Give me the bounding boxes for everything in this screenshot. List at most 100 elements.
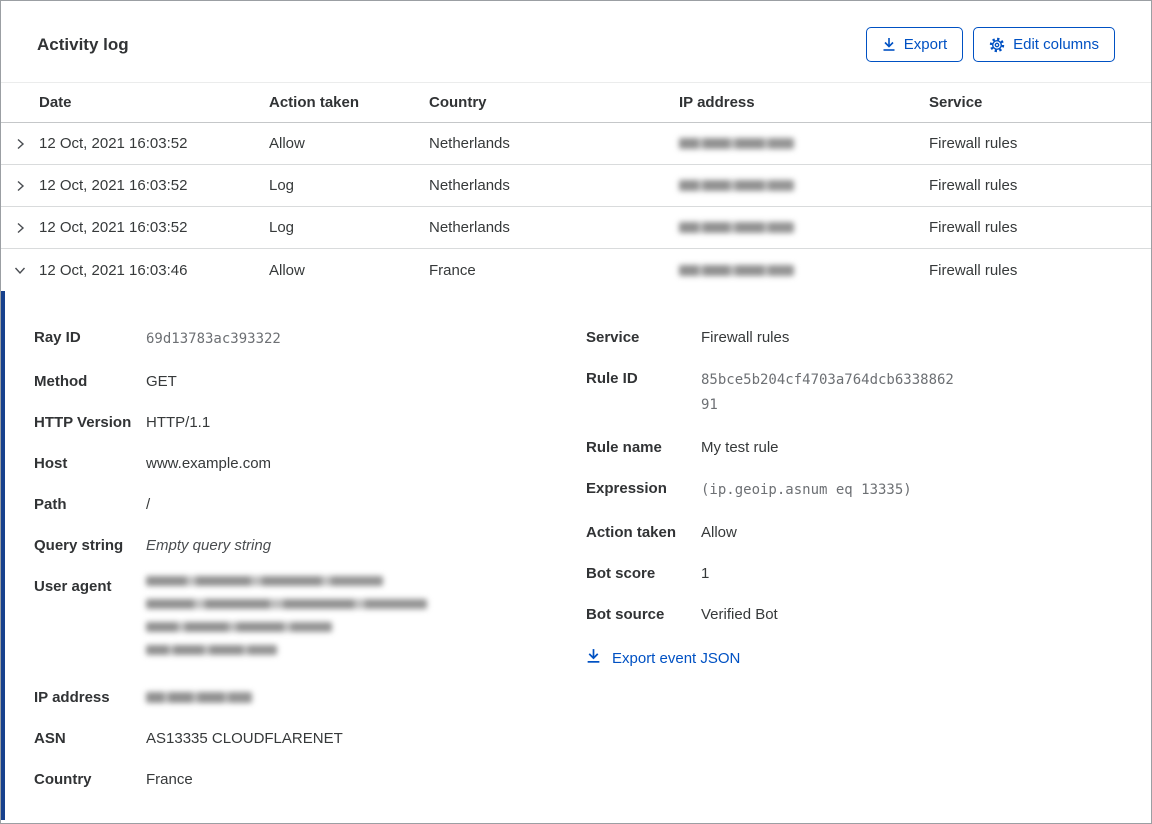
field-ray-id: Ray ID 69d13783ac393322: [34, 327, 586, 352]
field-path: Path /: [34, 494, 586, 516]
export-button-label: Export: [903, 36, 948, 53]
column-header-action-taken: Action taken: [269, 94, 360, 111]
field-user-agent: User agent: [34, 576, 586, 668]
redacted-ip-blur: [679, 180, 794, 191]
download-icon: [586, 648, 601, 668]
page-title: Activity log: [37, 34, 129, 54]
field-label: Action taken: [586, 524, 677, 541]
table-row[interactable]: 12 Oct, 2021 16:03:52 Allow Netherlands …: [1, 123, 1151, 165]
column-header-service: Service: [929, 94, 983, 111]
field-value: Allow: [701, 524, 737, 541]
cell-service: Firewall rules: [929, 177, 1018, 194]
cell-date: 12 Oct, 2021 16:03:46: [39, 261, 188, 279]
field-label: Path: [34, 496, 67, 513]
cell-country: Netherlands: [429, 135, 510, 152]
field-value: www.example.com: [146, 455, 272, 472]
cell-action-taken: Allow: [269, 261, 305, 279]
field-label: Expression: [586, 480, 667, 497]
activity-log-panel: Activity log Export Edit columns Date Ac…: [0, 0, 1152, 824]
redacted-ip-blur: [679, 264, 794, 276]
field-value: GET: [146, 373, 177, 390]
cell-country: Netherlands: [429, 177, 510, 194]
field-label: Query string: [34, 537, 124, 554]
field-value: HTTP/1.1: [146, 414, 211, 431]
cell-date: 12 Oct, 2021 16:03:52: [39, 135, 188, 152]
table-row[interactable]: 12 Oct, 2021 16:03:52 Log Netherlands Fi…: [1, 207, 1151, 249]
redacted-ip-blur: [679, 222, 794, 233]
export-button[interactable]: Export: [865, 27, 964, 62]
field-asn: ASN AS13335 CLOUDFLARENET: [34, 728, 586, 750]
field-label: ASN: [34, 730, 66, 747]
detail-right-column: Service Firewall rules Rule ID 85bce5b20…: [586, 327, 1146, 820]
field-label: Rule name: [586, 439, 662, 456]
detail-left-column: Ray ID 69d13783ac393322 Method GET HTTP …: [34, 327, 586, 820]
redacted-ip-blur: [146, 687, 252, 709]
field-value: 69d13783ac393322: [146, 331, 281, 347]
field-http-version: HTTP Version HTTP/1.1: [34, 412, 586, 434]
field-label: Bot score: [586, 565, 656, 582]
gear-icon: [989, 37, 1005, 53]
column-header-country: Country: [429, 94, 487, 111]
field-rule-name: Rule name My test rule: [586, 437, 1146, 459]
field-query-string: Query string Empty query string: [34, 535, 586, 557]
event-detail-panel: Ray ID 69d13783ac393322 Method GET HTTP …: [1, 291, 1151, 820]
cell-action-taken: Log: [269, 219, 295, 236]
chevron-right-icon[interactable]: [1, 220, 39, 236]
field-ip-address: IP address: [34, 687, 586, 709]
table-header-row: Date Action taken Country IP address Ser…: [1, 82, 1151, 123]
field-method: Method GET: [34, 371, 586, 393]
field-expression: Expression (ip.geoip.asnum eq 13335): [586, 478, 1146, 503]
cell-action-taken: Log: [269, 177, 295, 194]
field-label: Service: [586, 329, 640, 346]
chevron-right-icon[interactable]: [1, 178, 39, 194]
cell-service: Firewall rules: [929, 135, 1018, 152]
field-label: User agent: [34, 578, 112, 595]
field-label: Method: [34, 373, 88, 390]
table-row[interactable]: 12 Oct, 2021 16:03:52 Log Netherlands Fi…: [1, 165, 1151, 207]
chevron-down-icon[interactable]: [1, 262, 39, 278]
export-event-json-label: Export event JSON: [612, 649, 741, 667]
field-label: HTTP Version: [34, 414, 132, 431]
edit-columns-button-label: Edit columns: [1013, 36, 1099, 53]
field-host: Host www.example.com: [34, 453, 586, 475]
field-label: Rule ID: [586, 370, 638, 387]
field-value: My test rule: [701, 439, 779, 456]
field-value: Verified Bot: [701, 606, 778, 623]
chevron-right-icon[interactable]: [1, 136, 39, 152]
field-value: /: [146, 496, 151, 513]
field-value: 1: [701, 565, 710, 582]
field-rule-id: Rule ID 85bce5b204cf4703a764dcb633886291: [586, 368, 1146, 418]
download-icon: [882, 37, 896, 52]
cell-service: Firewall rules: [929, 261, 1018, 279]
field-service: Service Firewall rules: [586, 327, 1146, 349]
field-label: Host: [34, 455, 68, 472]
field-value: 85bce5b204cf4703a764dcb633886291: [701, 372, 954, 413]
export-event-json-link[interactable]: Export event JSON: [586, 648, 1146, 668]
field-value: France: [146, 771, 193, 788]
table-row-expanded[interactable]: 12 Oct, 2021 16:03:46 Allow France Firew…: [1, 249, 1151, 291]
cell-date: 12 Oct, 2021 16:03:52: [39, 219, 188, 236]
redacted-user-agent-blur: [146, 576, 427, 668]
field-value: Empty query string: [146, 537, 272, 554]
cell-date: 12 Oct, 2021 16:03:52: [39, 177, 188, 194]
column-header-date: Date: [39, 94, 72, 111]
edit-columns-button[interactable]: Edit columns: [973, 27, 1115, 62]
field-label: Country: [34, 771, 92, 788]
cell-country: France: [429, 261, 476, 279]
field-bot-source: Bot source Verified Bot: [586, 604, 1146, 626]
field-value: (ip.geoip.asnum eq 13335): [701, 482, 912, 498]
field-label: Ray ID: [34, 329, 81, 346]
cell-action-taken: Allow: [269, 135, 305, 152]
cell-service: Firewall rules: [929, 219, 1018, 236]
field-bot-score: Bot score 1: [586, 563, 1146, 585]
field-value: Firewall rules: [701, 329, 790, 346]
redacted-ip-blur: [679, 138, 794, 149]
field-label: IP address: [34, 689, 110, 706]
field-label: Bot source: [586, 606, 665, 623]
toolbar: Export Edit columns: [865, 27, 1115, 62]
column-header-ip-address: IP address: [679, 94, 755, 111]
topbar: Activity log Export Edit columns: [1, 1, 1151, 62]
field-value: AS13335 CLOUDFLARENET: [146, 730, 343, 747]
field-country: Country France: [34, 769, 586, 791]
cell-country: Netherlands: [429, 219, 510, 236]
